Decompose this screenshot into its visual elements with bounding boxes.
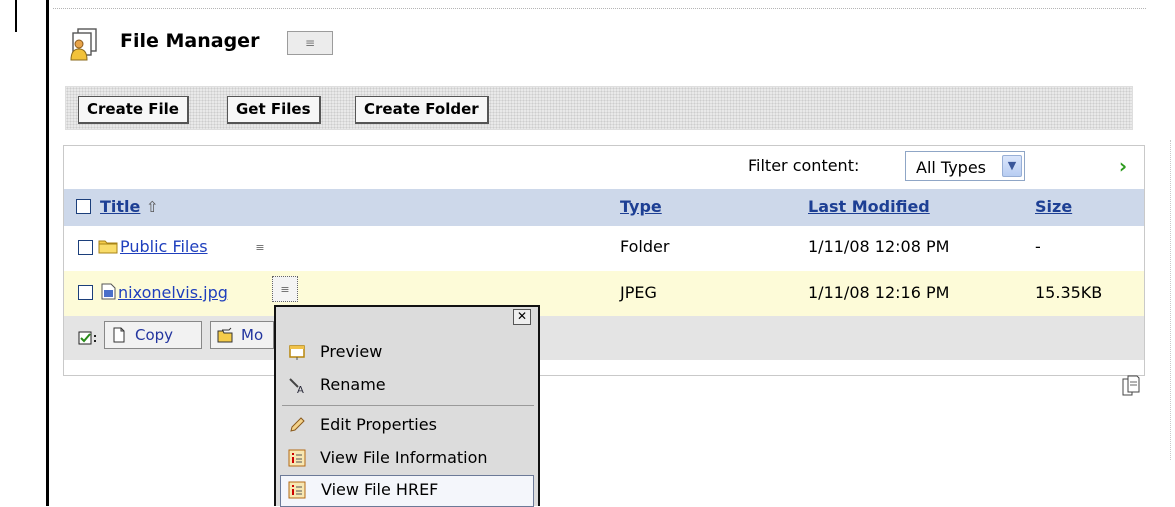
select-all-checkbox[interactable] — [76, 199, 91, 214]
left-border — [46, 0, 49, 506]
column-last-modified[interactable]: Last Modified — [808, 197, 930, 216]
rename-icon: A — [289, 378, 304, 394]
file-type: JPEG — [620, 283, 657, 302]
toolbar: Create File Get Files Create Folder — [65, 86, 1133, 130]
info-icon — [288, 449, 306, 467]
context-menu: ✕ Preview A Rename Edit Properties View … — [274, 305, 540, 507]
go-arrow-icon[interactable]: › — [1111, 154, 1135, 178]
menu-item-edit-properties[interactable]: Edit Properties — [280, 409, 534, 441]
left-tick — [15, 0, 17, 32]
row-checkbox[interactable] — [78, 240, 93, 255]
copy-button[interactable]: Copy — [104, 321, 202, 349]
info-icon — [288, 481, 306, 499]
header-menu-button[interactable]: ≡ — [287, 31, 333, 55]
row-menu-button[interactable]: ≡ — [272, 276, 298, 302]
chevron-down-icon[interactable]: ▼ — [1002, 155, 1022, 177]
filter-select[interactable]: All Types ▼ — [905, 151, 1025, 181]
menu-item-rename[interactable]: A Rename — [280, 369, 534, 401]
get-files-button[interactable]: Get Files — [227, 96, 321, 124]
filter-label: Filter content: — [748, 156, 860, 175]
file-size: 15.35KB — [1035, 283, 1103, 302]
column-title[interactable]: Title — [100, 197, 140, 216]
preview-icon — [289, 345, 305, 360]
folder-icon — [98, 240, 118, 254]
clipboard-icon[interactable] — [1120, 374, 1142, 398]
menu-lines-icon: ≡ — [280, 282, 290, 296]
create-folder-button[interactable]: Create Folder — [355, 96, 489, 124]
pencil-icon — [290, 417, 305, 432]
sort-up-icon[interactable]: ⇧ — [146, 198, 159, 216]
table-header-row — [64, 189, 1144, 226]
menu-separator — [282, 405, 534, 406]
file-manager-icon — [70, 28, 97, 61]
right-divider — [1170, 140, 1173, 460]
copy-icon — [113, 327, 125, 343]
file-modified: 1/11/08 12:08 PM — [808, 237, 950, 256]
file-name-link[interactable]: Public Files — [120, 237, 208, 256]
row-checkbox[interactable] — [78, 285, 93, 300]
row-menu-button[interactable]: ≡ — [250, 237, 270, 257]
column-type[interactable]: Type — [620, 197, 662, 216]
close-icon[interactable]: ✕ — [513, 309, 531, 325]
filter-selected-value: All Types — [916, 158, 987, 177]
move-icon — [217, 327, 233, 343]
menu-lines-icon: ≡ — [255, 240, 265, 254]
menu-item-view-file-href[interactable]: View File HREF — [280, 475, 534, 507]
left-gutter — [0, 0, 48, 506]
table-row[interactable] — [64, 226, 1144, 271]
move-button[interactable]: Mo — [210, 321, 274, 349]
menu-item-view-file-information[interactable]: View File Information — [280, 442, 534, 474]
page-title: File Manager — [120, 30, 260, 52]
check-all-icon[interactable] — [78, 330, 98, 346]
file-modified: 1/11/08 12:16 PM — [808, 283, 950, 302]
file-name-link[interactable]: nixonelvis.jpg — [118, 283, 228, 302]
svg-text:A: A — [297, 385, 304, 394]
file-size: - — [1035, 237, 1041, 256]
image-file-icon — [101, 283, 116, 300]
menu-lines-icon: ≡ — [304, 36, 316, 50]
create-file-button[interactable]: Create File — [78, 96, 189, 124]
column-size[interactable]: Size — [1035, 197, 1072, 216]
menu-item-preview[interactable]: Preview — [280, 336, 534, 368]
top-divider — [53, 8, 1146, 9]
file-type: Folder — [620, 237, 670, 256]
